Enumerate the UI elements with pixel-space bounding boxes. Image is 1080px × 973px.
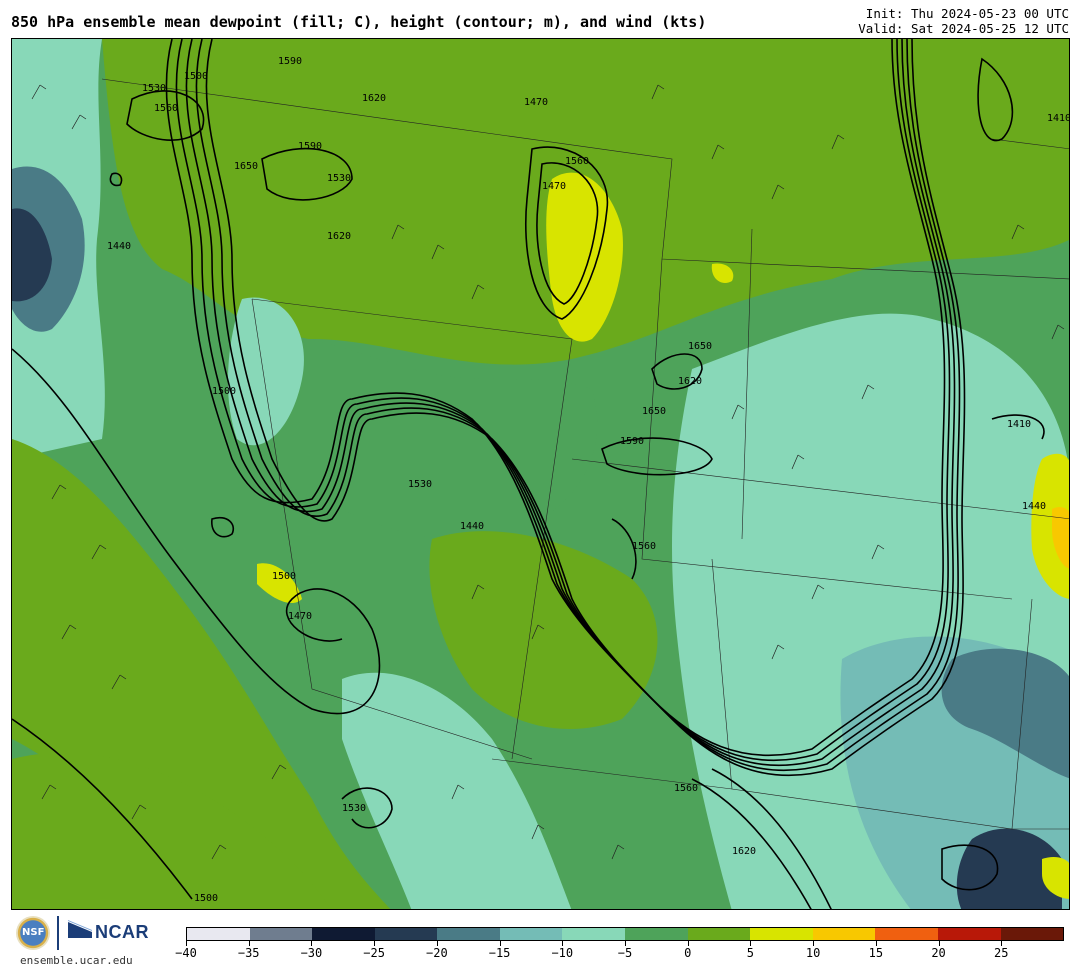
- contour-label: 1530: [408, 479, 432, 490]
- contour-label: 1590: [278, 56, 302, 67]
- contour-label: 1470: [524, 97, 548, 108]
- colorbar-segment: [812, 928, 876, 940]
- logo-block: NSF NCAR ensemble.ucar.edu: [12, 912, 152, 970]
- contour-label: 1410: [1007, 419, 1031, 430]
- colorbar-segment: [937, 928, 1001, 940]
- colorbar-tick-label: −35: [237, 946, 260, 960]
- colorbar-segment: [249, 928, 313, 940]
- contour-label: 1500: [194, 893, 218, 904]
- contour-label: 1590: [620, 436, 644, 447]
- contour-label: 1560: [154, 103, 178, 114]
- colorbar-segment: [875, 928, 938, 940]
- contour-label: 1470: [288, 611, 312, 622]
- colorbar-tick-label: −40: [175, 946, 197, 960]
- map-canvas: 1530 1560 1500 1590 1620 1650 1470 1440 …: [12, 39, 1070, 909]
- contour-label: 1620: [362, 93, 386, 104]
- contour-label: 1440: [460, 521, 484, 532]
- colorbar-tick-label: −25: [363, 946, 385, 960]
- colorbar-tick-label: 0: [684, 946, 692, 960]
- colorbar-tick-label: −15: [488, 946, 511, 960]
- ncar-mark-icon: [68, 920, 92, 938]
- contour-label: 1620: [327, 231, 351, 242]
- dewpoint-map: 1530 1560 1500 1590 1620 1650 1470 1440 …: [11, 38, 1070, 910]
- contour-label: 1530: [327, 173, 351, 184]
- colorbar-segment: [687, 928, 751, 940]
- contour-label: 1650: [234, 161, 258, 172]
- contour-label: 1590: [298, 141, 322, 152]
- colorbar-tick-label: 5: [746, 946, 755, 960]
- contour-label: 1650: [688, 341, 712, 352]
- contour-label: 1530: [342, 803, 366, 814]
- colorbar-segment: [625, 928, 688, 940]
- colorbar-tick-label: −10: [551, 946, 574, 960]
- colorbar-segment: [374, 928, 438, 940]
- contour-label: 1620: [678, 376, 702, 387]
- contour-label: 1530: [142, 83, 166, 94]
- colorbar-segment: [437, 928, 500, 940]
- ncar-logo-text: NCAR: [95, 922, 149, 942]
- contour-label: 1440: [107, 241, 131, 252]
- colorbar-ticks: −40 −35 −30 −25 −20 −15 −10 −5 0 5 10 15 20 25: [175, 941, 1064, 971]
- contour-label: 1500: [184, 71, 208, 82]
- logo-divider: [57, 916, 59, 950]
- colorbar-segment: [1000, 928, 1064, 940]
- run-times: Init: Thu 2024-05-23 00 UTC Valid: Sat 2…: [858, 6, 1069, 36]
- site-url: ensemble.ucar.edu: [20, 954, 133, 967]
- colorbar-tick-label: 15: [868, 946, 884, 960]
- colorbar-segment: [312, 928, 375, 940]
- contour-label: 1560: [674, 783, 698, 794]
- contour-label: 1440: [1022, 501, 1046, 512]
- contour-label: 1410: [1047, 113, 1070, 124]
- init-time: Init: Thu 2024-05-23 00 UTC: [865, 6, 1069, 21]
- colorbar-tick-label: −20: [426, 946, 448, 960]
- colorbar-segment: [187, 928, 250, 940]
- contour-label: 1500: [272, 571, 296, 582]
- contour-label: 1560: [565, 156, 589, 167]
- colorbar-tick-label: −5: [617, 946, 633, 960]
- contour-label: 1470: [542, 181, 566, 192]
- contour-label: 1560: [632, 541, 656, 552]
- contour-label: 1650: [642, 406, 666, 417]
- colorbar-segment: [499, 928, 563, 940]
- colorbar-segment: [750, 928, 813, 940]
- contour-label: 1500: [212, 386, 236, 397]
- colorbar-segment: [562, 928, 626, 940]
- dewpoint-colorbar: [186, 927, 1064, 941]
- nsf-logo-text: NSF: [22, 927, 45, 938]
- valid-time: Valid: Sat 2024-05-25 12 UTC: [858, 21, 1069, 36]
- colorbar-tick-label: 25: [994, 946, 1009, 960]
- chart-title: 850 hPa ensemble mean dewpoint (fill; C)…: [11, 13, 707, 31]
- colorbar-tick-label: −30: [300, 946, 323, 960]
- colorbar-tick-label: 20: [931, 946, 946, 960]
- colorbar-tick-label: 10: [805, 946, 821, 960]
- contour-label: 1620: [732, 846, 756, 857]
